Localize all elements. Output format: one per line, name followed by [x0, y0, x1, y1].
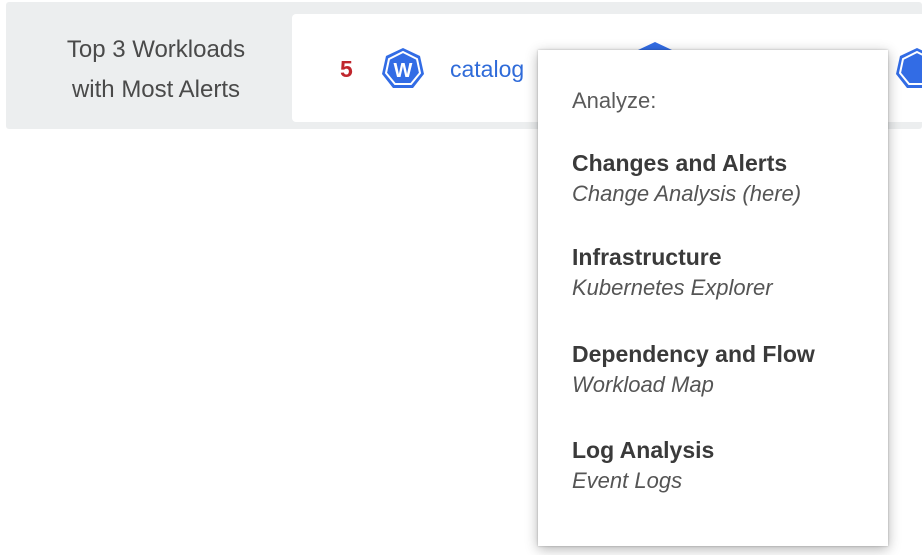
- menu-item-log-analysis[interactable]: Log Analysis Event Logs: [572, 435, 872, 497]
- kubernetes-workload-icon[interactable]: W: [380, 46, 426, 92]
- menu-item-changes-and-alerts[interactable]: Changes and Alerts Change Analysis (here…: [572, 148, 872, 210]
- menu-item-title: Infrastructure: [572, 244, 722, 270]
- menu-item-title: Changes and Alerts: [572, 150, 788, 176]
- top-workloads-label-line2: with Most Alerts: [71, 76, 241, 103]
- top-workloads-label: Top 3 Workloads with Most Alerts: [36, 30, 276, 110]
- kubernetes-workload-icon[interactable]: [894, 46, 922, 92]
- menu-item-subtitle: Workload Map: [572, 372, 714, 397]
- workload-link-catalog[interactable]: catalog: [450, 56, 524, 83]
- menu-item-infrastructure[interactable]: Infrastructure Kubernetes Explorer: [572, 242, 872, 304]
- menu-item-dependency-and-flow[interactable]: Dependency and Flow Workload Map: [572, 339, 872, 401]
- menu-item-subtitle: Event Logs: [572, 468, 683, 493]
- analyze-menu: Analyze: Changes and Alerts Change Analy…: [538, 50, 888, 546]
- menu-item-subtitle: Change Analysis (here): [572, 181, 802, 206]
- workload-icon-letter: W: [394, 60, 413, 82]
- menu-item-title: Dependency and Flow: [572, 341, 815, 367]
- menu-item-subtitle: Kubernetes Explorer: [572, 275, 773, 300]
- alert-count: 5: [340, 56, 353, 82]
- menu-item-title: Log Analysis: [572, 437, 715, 463]
- top-workloads-label-line1: Top 3 Workloads: [66, 36, 246, 63]
- menu-header: Analyze:: [572, 88, 657, 113]
